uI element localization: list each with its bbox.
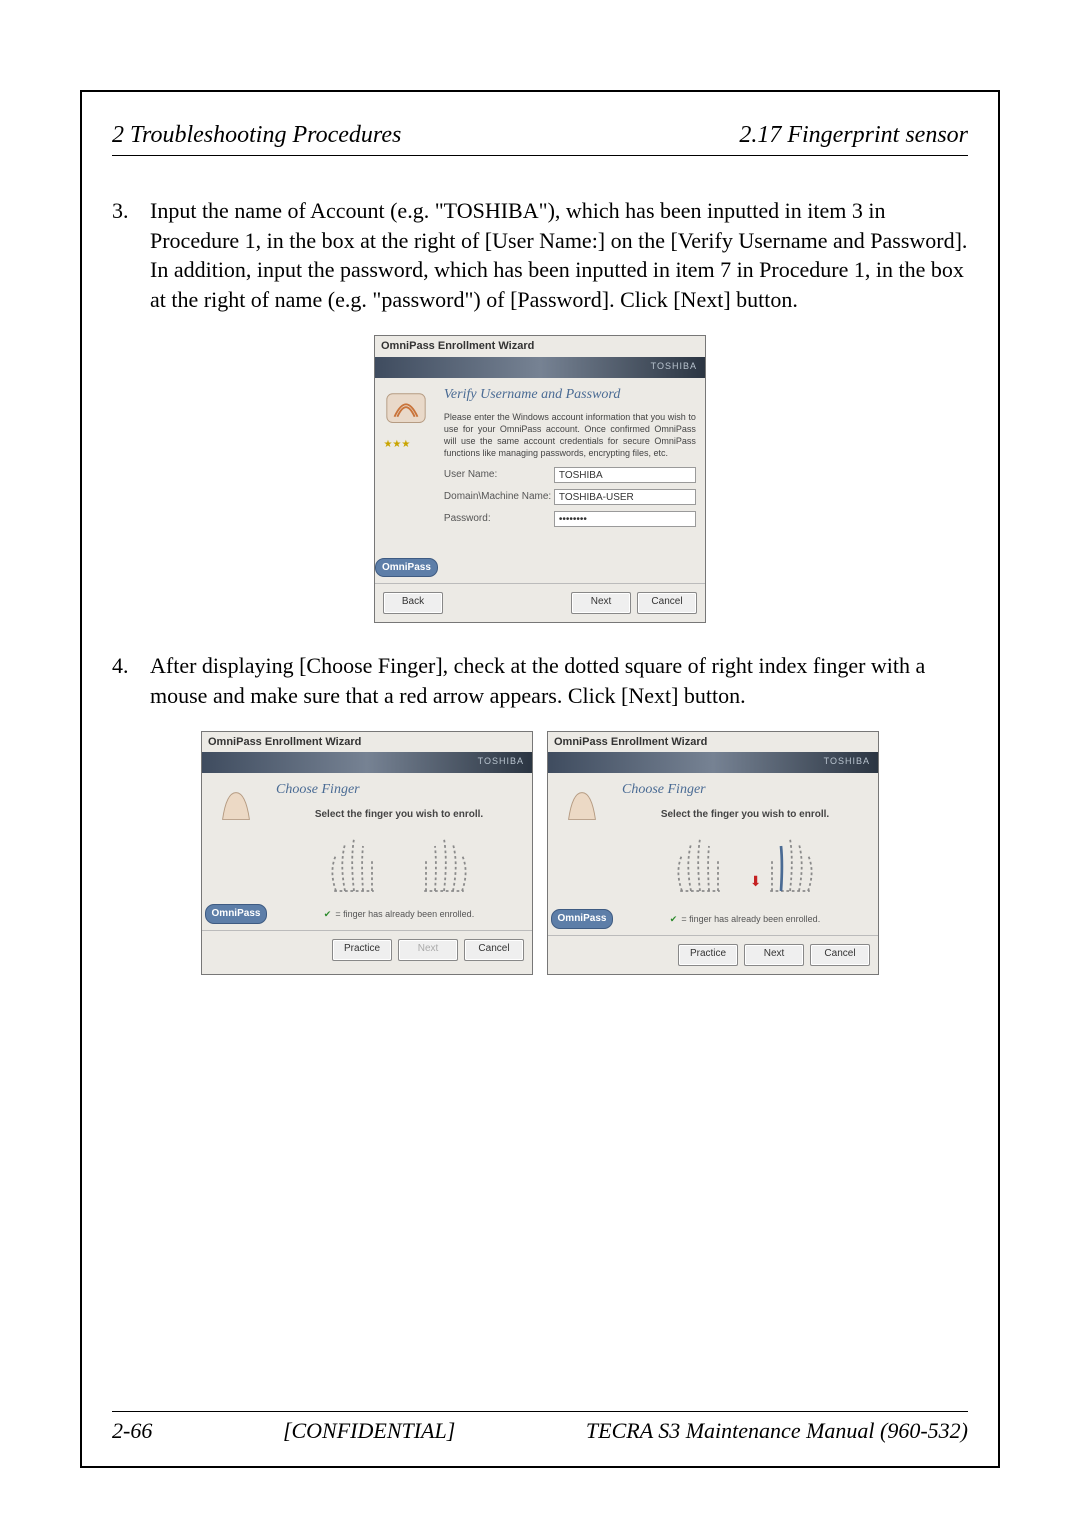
figure-choose-finger-row: OmniPass Enrollment Wizard TOSHIBA OmniP…	[112, 731, 968, 975]
cancel-button[interactable]: Cancel	[464, 939, 524, 961]
wizard-footer: Practice Next Cancel	[202, 930, 532, 969]
select-finger-note: Select the finger you wish to enroll.	[622, 808, 868, 822]
back-button[interactable]: Back	[383, 592, 443, 614]
username-label: User Name:	[444, 468, 554, 482]
wizard-footer: Practice Next Cancel	[548, 935, 878, 974]
red-arrow-icon: ⬇	[750, 873, 762, 889]
omnipass-badge: OmniPass	[375, 558, 438, 578]
wizard-heading: Choose Finger	[276, 781, 522, 800]
password-row: Password:	[444, 511, 696, 527]
domain-label: Domain\Machine Name:	[444, 490, 554, 504]
password-label: Password:	[444, 512, 554, 526]
wizard-heading: Verify Username and Password	[444, 386, 696, 405]
wizard-footer: Back Next Cancel	[375, 583, 705, 622]
check-icon: ✔	[324, 909, 332, 919]
step-3-text: Input the name of Account (e.g. "TOSHIBA…	[150, 196, 968, 315]
wizard-brand-banner: TOSHIBA	[202, 752, 532, 773]
wizard-sidebar: OmniPass	[202, 773, 270, 930]
cancel-button[interactable]: Cancel	[637, 592, 697, 614]
domain-row: Domain\Machine Name:	[444, 489, 696, 505]
hands-diagram[interactable]	[276, 828, 522, 900]
footer-rule	[112, 1411, 968, 1412]
right-hand-icon[interactable]	[754, 828, 826, 900]
next-button[interactable]: Next	[398, 939, 458, 961]
header-left: 2 Troubleshooting Procedures	[112, 122, 401, 149]
wizard-heading: Choose Finger	[622, 781, 868, 800]
finger-icon	[559, 783, 605, 834]
page: 2 Troubleshooting Procedures 2.17 Finger…	[0, 0, 1080, 1528]
hands-diagram[interactable]: ⬇	[622, 828, 868, 905]
check-icon: ✔	[670, 914, 678, 924]
password-input[interactable]	[554, 511, 696, 527]
enrolled-legend: ✔= finger has already been enrolled.	[276, 908, 522, 920]
left-hand-icon[interactable]	[664, 828, 736, 900]
header-rule	[112, 155, 968, 156]
wizard-title: OmniPass Enrollment Wizard	[375, 336, 705, 357]
page-header: 2 Troubleshooting Procedures 2.17 Finger…	[112, 122, 968, 149]
footer-manual-title: TECRA S3 Maintenance Manual (960-532)	[586, 1418, 968, 1444]
step-4: 4. After displaying [Choose Finger], che…	[112, 651, 968, 710]
enrolled-legend: ✔= finger has already been enrolled.	[622, 913, 868, 925]
wizard-sidebar: OmniPass	[548, 773, 616, 934]
cancel-button[interactable]: Cancel	[810, 944, 870, 966]
fingerprint-icon: ★★★	[383, 388, 429, 452]
figure-verify-credentials: OmniPass Enrollment Wizard TOSHIBA ★★★	[112, 335, 968, 623]
page-frame: 2 Troubleshooting Procedures 2.17 Finger…	[80, 90, 1000, 1468]
step-4-number: 4.	[112, 651, 150, 710]
wizard-description: Please enter the Windows account informa…	[444, 412, 696, 459]
stars-icon: ★★★	[383, 438, 429, 452]
practice-button[interactable]: Practice	[332, 939, 392, 961]
omnipass-badge: OmniPass	[551, 909, 614, 929]
step-4-text: After displaying [Choose Finger], check …	[150, 651, 968, 710]
step-3-number: 3.	[112, 196, 150, 315]
wizard-brand-banner: TOSHIBA	[548, 752, 878, 773]
step-3: 3. Input the name of Account (e.g. "TOSH…	[112, 196, 968, 315]
wizard-brand-banner: TOSHIBA	[375, 357, 705, 378]
footer-confidential: [CONFIDENTIAL]	[283, 1418, 455, 1444]
footer-page-number: 2-66	[112, 1418, 152, 1444]
wizard-title: OmniPass Enrollment Wizard	[202, 732, 532, 753]
left-hand-icon[interactable]	[318, 828, 390, 900]
right-hand-icon[interactable]	[408, 828, 480, 900]
wizard-choose-finger-after: OmniPass Enrollment Wizard TOSHIBA OmniP…	[547, 731, 879, 975]
select-finger-note: Select the finger you wish to enroll.	[276, 808, 522, 822]
practice-button[interactable]: Practice	[678, 944, 738, 966]
omnipass-badge: OmniPass	[205, 904, 268, 924]
username-input[interactable]	[554, 467, 696, 483]
header-right: 2.17 Fingerprint sensor	[739, 122, 968, 149]
next-button[interactable]: Next	[571, 592, 631, 614]
page-footer: 2-66 [CONFIDENTIAL] TECRA S3 Maintenance…	[112, 1411, 968, 1444]
wizard-verify: OmniPass Enrollment Wizard TOSHIBA ★★★	[374, 335, 706, 623]
next-button[interactable]: Next	[744, 944, 804, 966]
wizard-title: OmniPass Enrollment Wizard	[548, 732, 878, 753]
domain-input[interactable]	[554, 489, 696, 505]
finger-icon	[213, 783, 259, 834]
wizard-sidebar: ★★★ OmniPass	[375, 378, 438, 584]
wizard-choose-finger-before: OmniPass Enrollment Wizard TOSHIBA OmniP…	[201, 731, 533, 975]
username-row: User Name:	[444, 467, 696, 483]
body-text: 3. Input the name of Account (e.g. "TOSH…	[112, 196, 968, 975]
